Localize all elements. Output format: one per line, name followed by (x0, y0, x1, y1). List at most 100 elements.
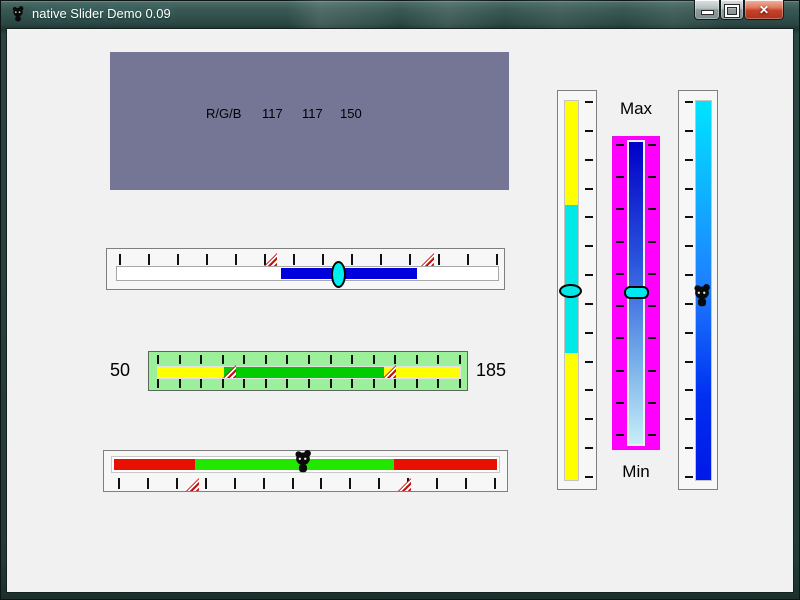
skull-app-icon[interactable] (10, 6, 26, 22)
tick-mark (685, 274, 693, 276)
tick-mark (585, 245, 593, 247)
tick-mark (179, 379, 181, 388)
tick-column (585, 101, 593, 478)
tick-mark (243, 379, 245, 388)
slider-track[interactable] (157, 366, 461, 379)
tick-mark (585, 159, 593, 161)
slider-thumb[interactable] (559, 284, 582, 298)
tick-mark (119, 254, 121, 265)
tick-mark (585, 216, 593, 218)
tick-row-bottom (157, 379, 461, 388)
tick-mark (585, 476, 593, 478)
red-value: 117 (262, 106, 283, 121)
rgb-label: R/G/B (206, 106, 241, 121)
tick-mark (648, 434, 656, 436)
tick-mark (373, 379, 375, 388)
tick-mark (349, 478, 351, 489)
tick-mark (648, 176, 656, 178)
yellow-vertical-slider (557, 90, 597, 490)
tick-mark (585, 130, 593, 132)
tick-mark (235, 254, 237, 265)
tick-mark (585, 447, 593, 449)
tick-row (118, 478, 496, 489)
tick-mark (685, 476, 693, 478)
tick-mark (616, 208, 624, 210)
green-range-slider (148, 351, 468, 391)
max-label: Max (612, 99, 660, 119)
tick-mark (648, 402, 656, 404)
tick-mark (585, 101, 593, 103)
tick-mark (685, 361, 693, 363)
tick-mark (351, 379, 353, 388)
tick-mark (648, 273, 656, 275)
tick-mark (616, 144, 624, 146)
tick-mark (330, 355, 332, 364)
slider-thumb[interactable] (331, 261, 346, 288)
slider-value-bar (281, 268, 417, 279)
tick-mark (585, 418, 593, 420)
tick-mark (416, 355, 418, 364)
tick-mark (437, 355, 439, 364)
tick-mark (409, 254, 411, 265)
selected-range-bar (224, 367, 384, 378)
red-green-horizontal-slider (103, 450, 508, 492)
tick-mark (648, 305, 656, 307)
magenta-vertical-slider (612, 136, 660, 450)
skull-thumb-icon[interactable] (294, 449, 312, 474)
tick-mark (685, 332, 693, 334)
tick-mark (438, 254, 440, 265)
range-min-label: 50 (110, 360, 130, 381)
tick-mark (685, 159, 693, 161)
green-value: 117 (302, 106, 323, 121)
window-title: native Slider Demo 0.09 (32, 0, 171, 28)
tick-column (685, 101, 693, 478)
tick-mark (494, 478, 496, 489)
window-frame: native Slider Demo 0.09 ✕ R/G/B 117 117 … (0, 0, 800, 600)
tick-mark (616, 273, 624, 275)
tick-row-top (157, 355, 461, 364)
tick-mark (378, 478, 380, 489)
tick-mark (648, 144, 656, 146)
tick-row (119, 254, 498, 265)
tick-mark (222, 355, 224, 364)
client-area: R/G/B 117 117 150 50 1 (7, 29, 793, 592)
minimize-button[interactable] (694, 0, 720, 20)
tick-mark (322, 254, 324, 265)
tick-mark (157, 355, 159, 364)
tick-mark (200, 355, 202, 364)
tick-mark (206, 254, 208, 265)
tick-mark (496, 254, 498, 265)
tick-mark (308, 379, 310, 388)
tick-mark (616, 402, 624, 404)
tick-mark (394, 355, 396, 364)
tick-mark (308, 355, 310, 364)
tick-mark (351, 254, 353, 265)
tick-mark (616, 176, 624, 178)
blue-value: 150 (340, 106, 362, 121)
skull-thumb-icon[interactable] (693, 283, 711, 308)
tick-mark (265, 355, 267, 364)
tick-column-right (648, 144, 656, 436)
tick-mark (394, 379, 396, 388)
tick-mark (685, 130, 693, 132)
tick-mark (648, 208, 656, 210)
min-label: Min (612, 462, 660, 482)
slider-thumb[interactable] (624, 286, 649, 299)
maximize-button[interactable] (720, 0, 744, 20)
tick-mark (320, 478, 322, 489)
tick-mark (616, 434, 624, 436)
tick-mark (147, 478, 149, 489)
tick-mark (585, 274, 593, 276)
tick-mark (286, 379, 288, 388)
tick-mark (176, 478, 178, 489)
tick-mark (330, 379, 332, 388)
tick-mark (685, 245, 693, 247)
tick-mark (436, 478, 438, 489)
tick-mark (585, 389, 593, 391)
tick-mark (380, 254, 382, 265)
tick-mark (177, 254, 179, 265)
close-button[interactable]: ✕ (744, 0, 784, 20)
slider-track[interactable] (116, 266, 499, 281)
tick-mark (685, 303, 693, 305)
titlebar[interactable]: native Slider Demo 0.09 ✕ (0, 0, 800, 29)
